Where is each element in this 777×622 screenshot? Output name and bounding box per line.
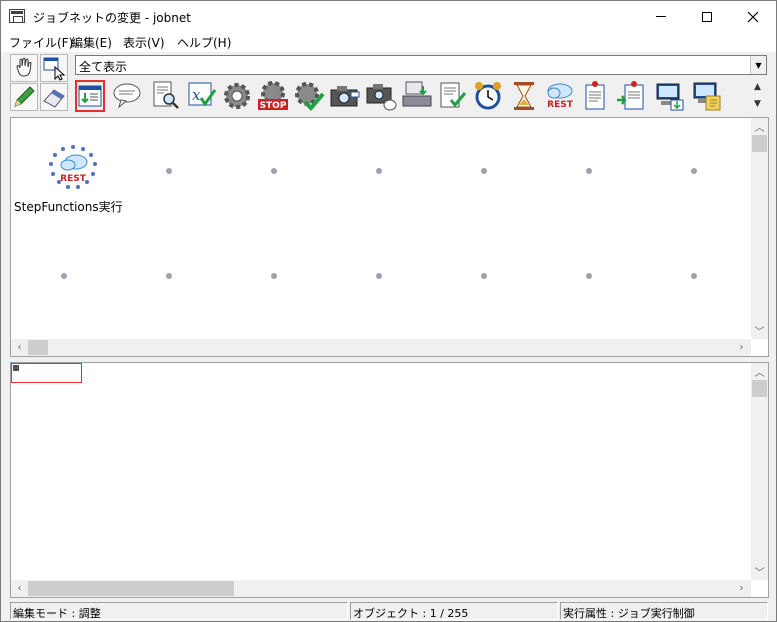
grid-point[interactable] [271, 273, 277, 279]
menu-view[interactable]: 表示(V) [123, 34, 165, 51]
scroll-thumb[interactable] [28, 581, 234, 596]
map-vertical-scrollbar[interactable]: ︿ ﹀ [751, 118, 768, 339]
app-icon [9, 9, 25, 23]
camera-icon[interactable] [329, 80, 360, 112]
computer-download-icon[interactable] [653, 80, 684, 112]
chevron-left-icon[interactable]: ‹ [11, 339, 28, 356]
title-bar: ジョブネットの変更 - jobnet [1, 1, 776, 32]
svg-text:REST: REST [547, 100, 574, 110]
camera-message-icon[interactable] [365, 80, 397, 112]
status-object-count: オブジェクト : 1 / 255 [350, 602, 558, 620]
grid-point[interactable] [271, 168, 277, 174]
detail-area[interactable]: ︿ ﹀ ‹ › [10, 362, 769, 598]
detail-vertical-scrollbar[interactable]: ︿ ﹀ [751, 363, 768, 580]
document-check-icon[interactable] [437, 80, 467, 112]
grid-point[interactable] [481, 273, 487, 279]
document-search-icon[interactable] [150, 80, 180, 112]
job-rest-icon[interactable]: REST [45, 144, 101, 192]
filter-select[interactable]: 全て表示 ▼ [75, 55, 767, 75]
chevron-up-icon[interactable]: ︿ [751, 118, 768, 135]
menu-edit[interactable]: 編集(E) [71, 34, 112, 51]
selection-handle[interactable] [13, 365, 19, 371]
selection-frame[interactable] [11, 363, 82, 383]
grid-point[interactable] [376, 273, 382, 279]
grid-point[interactable] [376, 168, 382, 174]
chevron-down-icon[interactable]: ▼ [754, 99, 761, 109]
scroll-thumb[interactable] [28, 340, 48, 355]
grid-point[interactable] [691, 168, 697, 174]
status-bar: 編集モード : 調整 オブジェクト : 1 / 255 実行属性 : ジョブ実行… [1, 601, 776, 621]
hand-mode-button[interactable] [10, 54, 38, 82]
pencil-icon [14, 86, 35, 107]
chevron-right-icon[interactable]: › [733, 339, 750, 356]
chevron-up-icon[interactable]: ▲ [754, 82, 761, 92]
chevron-left-icon[interactable]: ‹ [11, 580, 28, 597]
variable-check-icon[interactable]: x [187, 80, 217, 112]
hand-icon [16, 57, 32, 77]
grid-point[interactable] [166, 273, 172, 279]
palette-scrollbar[interactable]: ▲ ▼ [751, 79, 767, 113]
gear-icon[interactable] [221, 80, 251, 112]
gear-check-icon[interactable] [293, 80, 325, 112]
document-pin-arrow-icon[interactable] [615, 80, 645, 112]
comment-icon[interactable] [112, 80, 142, 112]
computer-file-icon[interactable] [690, 80, 721, 112]
alarm-clock-icon[interactable] [472, 80, 502, 112]
status-edit-mode: 編集モード : 調整 [10, 602, 348, 620]
job-list-icon[interactable] [75, 80, 105, 112]
map-area[interactable]: REST StepFunctions実行 ︿ ﹀ ‹ › [10, 117, 769, 357]
maximize-button[interactable] [684, 1, 730, 32]
app-window: ジョブネットの変更 - jobnet ファイル(F) 編集(E) 表示(V) ヘ… [0, 0, 777, 622]
svg-text:STOP: STOP [260, 101, 287, 111]
map-horizontal-scrollbar[interactable]: ‹ › [11, 339, 751, 356]
chevron-up-icon[interactable]: ︿ [751, 363, 768, 380]
scroll-thumb[interactable] [752, 380, 767, 397]
detail-horizontal-scrollbar[interactable]: ‹ › [11, 580, 751, 597]
stop-gear-icon[interactable]: STOP [257, 80, 288, 112]
status-exec-attribute: 実行属性 : ジョブ実行制御 [560, 602, 768, 620]
grid-point[interactable] [586, 273, 592, 279]
minimize-button[interactable] [638, 1, 684, 32]
chevron-down-icon[interactable]: ﹀ [751, 322, 768, 339]
rest-cloud-icon[interactable]: REST [544, 80, 574, 112]
chevron-down-icon[interactable]: ▼ [750, 56, 766, 74]
eraser-mode-button[interactable] [40, 83, 68, 111]
grid-point[interactable] [481, 168, 487, 174]
grid-point[interactable] [691, 273, 697, 279]
window-title: ジョブネットの変更 - jobnet [33, 11, 191, 25]
grid-point[interactable] [166, 168, 172, 174]
close-icon [747, 11, 759, 22]
toolbar: 全て表示 ▼ x STOP REST ▲ ▼ [1, 52, 776, 115]
eraser-icon [43, 89, 65, 108]
file-transfer-icon[interactable] [401, 80, 432, 112]
menu-file[interactable]: ファイル(F) [9, 34, 73, 51]
document-pin-icon[interactable] [580, 80, 610, 112]
hourglass-icon[interactable] [508, 80, 538, 112]
pencil-mode-button[interactable] [10, 83, 38, 111]
job-icon-palette: x STOP REST [75, 79, 751, 113]
grid-point[interactable] [61, 273, 67, 279]
svg-text:x: x [192, 86, 201, 104]
pointer-window-icon [43, 57, 66, 81]
menu-bar: ファイル(F) 編集(E) 表示(V) ヘルプ(H) [1, 32, 776, 52]
menu-help[interactable]: ヘルプ(H) [177, 34, 231, 51]
chevron-right-icon[interactable]: › [733, 580, 750, 597]
scroll-thumb[interactable] [752, 135, 767, 152]
select-mode-button[interactable] [40, 54, 68, 82]
job-label[interactable]: StepFunctions実行 [14, 198, 123, 215]
close-button[interactable] [730, 1, 776, 32]
filter-select-value: 全て表示 [79, 60, 128, 74]
chevron-down-icon[interactable]: ﹀ [751, 563, 768, 580]
grid-point[interactable] [586, 168, 592, 174]
minimize-icon [656, 16, 666, 17]
maximize-icon [702, 11, 712, 22]
job-rest-badge: REST [60, 174, 87, 184]
